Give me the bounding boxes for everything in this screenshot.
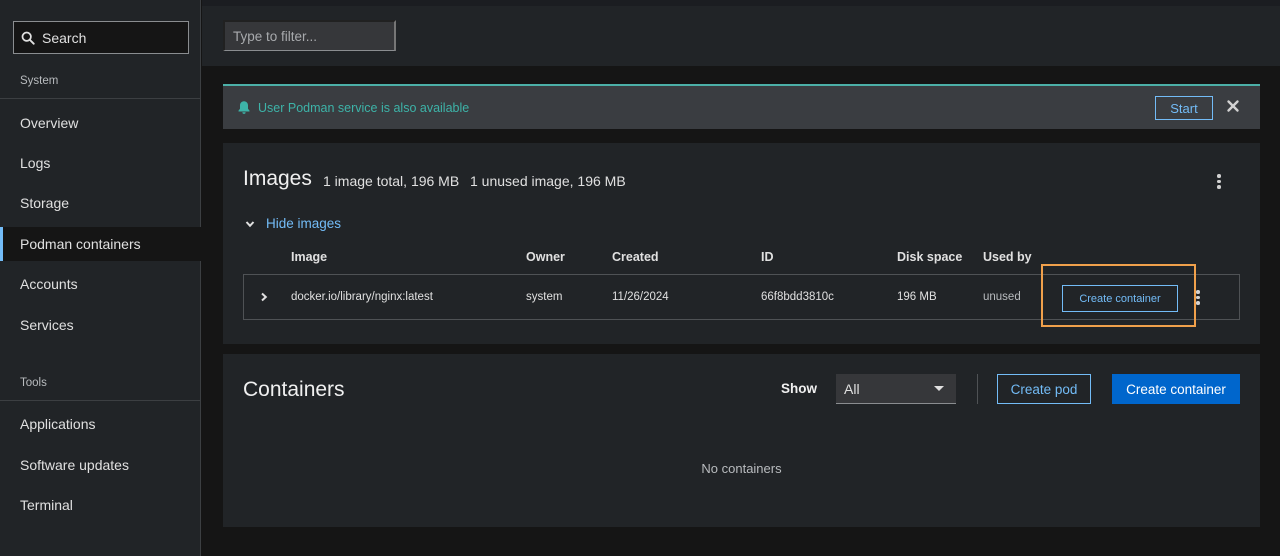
- sidebar-item-applications[interactable]: Applications: [0, 407, 201, 441]
- hide-images-toggle[interactable]: Hide images: [245, 216, 341, 231]
- alert-message: User Podman service is also available: [258, 100, 470, 115]
- column-header-used-by: Used by: [983, 250, 1032, 264]
- image-disk-space: 196 MB: [897, 291, 937, 303]
- empty-state: No containers: [701, 461, 782, 476]
- show-select-value: All: [844, 380, 860, 397]
- sidebar-item-accounts[interactable]: Accounts: [0, 267, 201, 301]
- create-container-button[interactable]: Create container: [1112, 374, 1240, 404]
- divider: [977, 374, 978, 404]
- column-header-created: Created: [612, 250, 659, 264]
- images-card: Images 1 image total, 196 MB 1 unused im…: [223, 143, 1260, 344]
- divider: [0, 400, 201, 401]
- column-header-image: Image: [291, 250, 328, 264]
- row-kebab-menu-icon[interactable]: [1196, 290, 1200, 307]
- images-unused: 1 unused image, 196 MB: [470, 173, 626, 189]
- kebab-menu-icon[interactable]: [1217, 174, 1221, 191]
- bell-icon: [238, 101, 250, 114]
- section-label-system: System: [20, 75, 59, 87]
- column-header-disk-space: Disk space: [897, 250, 963, 264]
- show-select[interactable]: All: [836, 374, 956, 404]
- image-created: 11/26/2024: [612, 291, 669, 303]
- close-icon[interactable]: [1226, 99, 1240, 113]
- image-name: docker.io/library/nginx:latest: [291, 291, 433, 303]
- column-header-owner: Owner: [526, 250, 565, 264]
- create-container-row-button[interactable]: Create container: [1062, 285, 1178, 312]
- chevron-down-icon: [245, 220, 255, 227]
- divider: [0, 98, 201, 99]
- sidebar-item-overview[interactable]: Overview: [0, 106, 201, 140]
- search-label: Search: [42, 29, 87, 46]
- sidebar: Search System Overview Logs Storage Podm…: [0, 0, 201, 556]
- caret-down-icon: [934, 386, 944, 391]
- chevron-right-icon[interactable]: [260, 292, 268, 302]
- column-header-id: ID: [761, 250, 774, 264]
- sidebar-item-software-updates[interactable]: Software updates: [0, 448, 201, 482]
- sidebar-item-terminal[interactable]: Terminal: [0, 488, 201, 522]
- show-label: Show: [781, 381, 817, 396]
- image-owner: system: [526, 291, 563, 303]
- sidebar-item-logs[interactable]: Logs: [0, 146, 201, 180]
- create-pod-button[interactable]: Create pod: [997, 374, 1091, 404]
- search-input[interactable]: Search: [13, 21, 189, 54]
- sidebar-item-podman-containers[interactable]: Podman containers: [0, 227, 201, 261]
- search-icon: [21, 31, 35, 45]
- image-id: 66f8bdd3810c: [761, 291, 834, 303]
- image-used-by: unused: [983, 291, 1021, 303]
- images-total: 1 image total, 196 MB: [323, 173, 460, 189]
- sidebar-item-services[interactable]: Services: [0, 308, 201, 342]
- start-button[interactable]: Start: [1155, 96, 1213, 120]
- containers-card: Containers Show All Create pod Create co…: [223, 354, 1260, 527]
- filter-input[interactable]: [223, 20, 396, 51]
- info-alert: User Podman service is also available St…: [223, 84, 1260, 129]
- containers-title: Containers: [243, 378, 345, 401]
- images-title: Images: [243, 167, 312, 190]
- section-label-tools: Tools: [20, 377, 47, 389]
- sidebar-item-storage[interactable]: Storage: [0, 186, 201, 220]
- hide-images-label: Hide images: [266, 216, 342, 231]
